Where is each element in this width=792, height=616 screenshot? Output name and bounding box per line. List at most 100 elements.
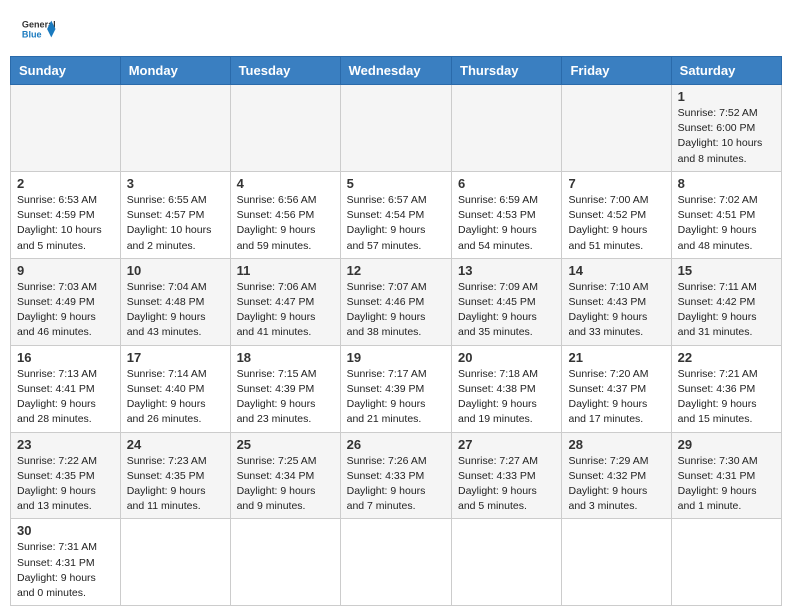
- calendar-day-cell: 2 Sunrise: 6:53 AM Sunset: 4:59 PM Daylig…: [11, 171, 121, 258]
- day-info: Sunrise: 7:52 AM Sunset: 6:00 PM Dayligh…: [678, 106, 775, 167]
- calendar-day-cell: 13Sunrise: 7:09 AM Sunset: 4:45 PM Dayli…: [452, 258, 562, 345]
- day-number: 20: [458, 350, 555, 365]
- calendar-week-row: 2 Sunrise: 6:53 AM Sunset: 4:59 PM Daylig…: [11, 171, 782, 258]
- day-number: 14: [568, 263, 664, 278]
- day-number: 16: [17, 350, 114, 365]
- calendar-day-cell: 18 Sunrise: 7:15 AM Sunset: 4:39 PM Dayli…: [230, 345, 340, 432]
- calendar-day-cell: 4Sunrise: 6:56 AM Sunset: 4:56 PM Daylig…: [230, 171, 340, 258]
- day-number: 28: [568, 437, 664, 452]
- calendar-day-cell: [452, 85, 562, 172]
- day-number: 2: [17, 176, 114, 191]
- calendar-day-cell: 25 Sunrise: 7:25 AM Sunset: 4:34 PM Dayli…: [230, 432, 340, 519]
- calendar-day-cell: 11Sunrise: 7:06 AM Sunset: 4:47 PM Dayli…: [230, 258, 340, 345]
- calendar-day-cell: [230, 519, 340, 606]
- day-info: Sunrise: 7:29 AM Sunset: 4:32 PM Dayligh…: [568, 454, 664, 515]
- day-info: Sunrise: 7:26 AM Sunset: 4:33 PM Dayligh…: [347, 454, 445, 515]
- calendar-day-cell: 8 Sunrise: 7:02 AM Sunset: 4:51 PM Daylig…: [671, 171, 781, 258]
- day-info: Sunrise: 6:59 AM Sunset: 4:53 PM Dayligh…: [458, 193, 555, 254]
- calendar-day-cell: 16 Sunrise: 7:13 AM Sunset: 4:41 PM Dayli…: [11, 345, 121, 432]
- calendar-day-cell: 29 Sunrise: 7:30 AM Sunset: 4:31 PM Dayli…: [671, 432, 781, 519]
- calendar-day-cell: 30 Sunrise: 7:31 AM Sunset: 4:31 PM Dayli…: [11, 519, 121, 606]
- calendar-day-cell: 26 Sunrise: 7:26 AM Sunset: 4:33 PM Dayli…: [340, 432, 451, 519]
- day-info: Sunrise: 7:09 AM Sunset: 4:45 PM Dayligh…: [458, 280, 555, 341]
- calendar-day-cell: 7Sunrise: 7:00 AM Sunset: 4:52 PM Daylig…: [562, 171, 671, 258]
- day-number: 4: [237, 176, 334, 191]
- calendar-day-cell: [562, 85, 671, 172]
- calendar-day-cell: 14 Sunrise: 7:10 AM Sunset: 4:43 PM Dayli…: [562, 258, 671, 345]
- day-info: Sunrise: 7:04 AM Sunset: 4:48 PM Dayligh…: [127, 280, 224, 341]
- day-info: Sunrise: 7:00 AM Sunset: 4:52 PM Dayligh…: [568, 193, 664, 254]
- calendar-day-cell: [671, 519, 781, 606]
- day-number: 27: [458, 437, 555, 452]
- calendar-day-cell: 10 Sunrise: 7:04 AM Sunset: 4:48 PM Dayli…: [120, 258, 230, 345]
- day-number: 24: [127, 437, 224, 452]
- calendar-week-row: 23 Sunrise: 7:22 AM Sunset: 4:35 PM Dayli…: [11, 432, 782, 519]
- day-info: Sunrise: 7:31 AM Sunset: 4:31 PM Dayligh…: [17, 540, 114, 601]
- day-info: Sunrise: 7:03 AM Sunset: 4:49 PM Dayligh…: [17, 280, 114, 341]
- day-info: Sunrise: 7:21 AM Sunset: 4:36 PM Dayligh…: [678, 367, 775, 428]
- day-info: Sunrise: 7:27 AM Sunset: 4:33 PM Dayligh…: [458, 454, 555, 515]
- day-number: 11: [237, 263, 334, 278]
- day-info: Sunrise: 6:57 AM Sunset: 4:54 PM Dayligh…: [347, 193, 445, 254]
- day-of-week-header: Friday: [562, 57, 671, 85]
- day-info: Sunrise: 6:53 AM Sunset: 4:59 PM Dayligh…: [17, 193, 114, 254]
- calendar-day-cell: 9 Sunrise: 7:03 AM Sunset: 4:49 PM Daylig…: [11, 258, 121, 345]
- calendar-table: SundayMondayTuesdayWednesdayThursdayFrid…: [10, 56, 782, 606]
- calendar-day-cell: 17Sunrise: 7:14 AM Sunset: 4:40 PM Dayli…: [120, 345, 230, 432]
- calendar-week-row: 30 Sunrise: 7:31 AM Sunset: 4:31 PM Dayli…: [11, 519, 782, 606]
- day-info: Sunrise: 7:15 AM Sunset: 4:39 PM Dayligh…: [237, 367, 334, 428]
- calendar-day-cell: 19Sunrise: 7:17 AM Sunset: 4:39 PM Dayli…: [340, 345, 451, 432]
- calendar-day-cell: 28 Sunrise: 7:29 AM Sunset: 4:32 PM Dayli…: [562, 432, 671, 519]
- calendar-day-cell: 20 Sunrise: 7:18 AM Sunset: 4:38 PM Dayli…: [452, 345, 562, 432]
- calendar-day-cell: 3 Sunrise: 6:55 AM Sunset: 4:57 PM Daylig…: [120, 171, 230, 258]
- day-of-week-header: Monday: [120, 57, 230, 85]
- calendar-day-cell: [340, 85, 451, 172]
- day-number: 15: [678, 263, 775, 278]
- day-info: Sunrise: 6:55 AM Sunset: 4:57 PM Dayligh…: [127, 193, 224, 254]
- calendar-day-cell: [230, 85, 340, 172]
- calendar-day-cell: [120, 85, 230, 172]
- calendar-header-row: SundayMondayTuesdayWednesdayThursdayFrid…: [11, 57, 782, 85]
- day-info: Sunrise: 7:17 AM Sunset: 4:39 PM Dayligh…: [347, 367, 445, 428]
- svg-text:Blue: Blue: [22, 29, 42, 39]
- day-of-week-header: Thursday: [452, 57, 562, 85]
- calendar-day-cell: 24 Sunrise: 7:23 AM Sunset: 4:35 PM Dayli…: [120, 432, 230, 519]
- calendar-day-cell: 5 Sunrise: 6:57 AM Sunset: 4:54 PM Daylig…: [340, 171, 451, 258]
- day-number: 5: [347, 176, 445, 191]
- calendar-day-cell: 15 Sunrise: 7:11 AM Sunset: 4:42 PM Dayli…: [671, 258, 781, 345]
- day-number: 3: [127, 176, 224, 191]
- day-info: Sunrise: 7:23 AM Sunset: 4:35 PM Dayligh…: [127, 454, 224, 515]
- calendar-day-cell: 21Sunrise: 7:20 AM Sunset: 4:37 PM Dayli…: [562, 345, 671, 432]
- calendar-day-cell: 12Sunrise: 7:07 AM Sunset: 4:46 PM Dayli…: [340, 258, 451, 345]
- day-number: 9: [17, 263, 114, 278]
- calendar-week-row: 9 Sunrise: 7:03 AM Sunset: 4:49 PM Daylig…: [11, 258, 782, 345]
- day-info: Sunrise: 7:13 AM Sunset: 4:41 PM Dayligh…: [17, 367, 114, 428]
- day-number: 18: [237, 350, 334, 365]
- day-info: Sunrise: 7:11 AM Sunset: 4:42 PM Dayligh…: [678, 280, 775, 341]
- day-number: 25: [237, 437, 334, 452]
- day-number: 29: [678, 437, 775, 452]
- day-info: Sunrise: 7:02 AM Sunset: 4:51 PM Dayligh…: [678, 193, 775, 254]
- calendar-week-row: 16 Sunrise: 7:13 AM Sunset: 4:41 PM Dayli…: [11, 345, 782, 432]
- calendar-day-cell: 6 Sunrise: 6:59 AM Sunset: 4:53 PM Daylig…: [452, 171, 562, 258]
- day-info: Sunrise: 7:25 AM Sunset: 4:34 PM Dayligh…: [237, 454, 334, 515]
- day-number: 6: [458, 176, 555, 191]
- day-info: Sunrise: 7:30 AM Sunset: 4:31 PM Dayligh…: [678, 454, 775, 515]
- day-info: Sunrise: 7:22 AM Sunset: 4:35 PM Dayligh…: [17, 454, 114, 515]
- calendar-day-cell: 23 Sunrise: 7:22 AM Sunset: 4:35 PM Dayli…: [11, 432, 121, 519]
- day-number: 26: [347, 437, 445, 452]
- calendar-day-cell: 22 Sunrise: 7:21 AM Sunset: 4:36 PM Dayli…: [671, 345, 781, 432]
- day-number: 30: [17, 523, 114, 538]
- logo: General Blue: [20, 15, 56, 43]
- day-number: 22: [678, 350, 775, 365]
- day-number: 10: [127, 263, 224, 278]
- calendar-day-cell: [11, 85, 121, 172]
- day-number: 23: [17, 437, 114, 452]
- day-info: Sunrise: 7:18 AM Sunset: 4:38 PM Dayligh…: [458, 367, 555, 428]
- day-info: Sunrise: 7:10 AM Sunset: 4:43 PM Dayligh…: [568, 280, 664, 341]
- calendar-week-row: 1Sunrise: 7:52 AM Sunset: 6:00 PM Daylig…: [11, 85, 782, 172]
- calendar-day-cell: 27 Sunrise: 7:27 AM Sunset: 4:33 PM Dayli…: [452, 432, 562, 519]
- day-number: 12: [347, 263, 445, 278]
- page-header: General Blue: [10, 10, 782, 48]
- day-number: 8: [678, 176, 775, 191]
